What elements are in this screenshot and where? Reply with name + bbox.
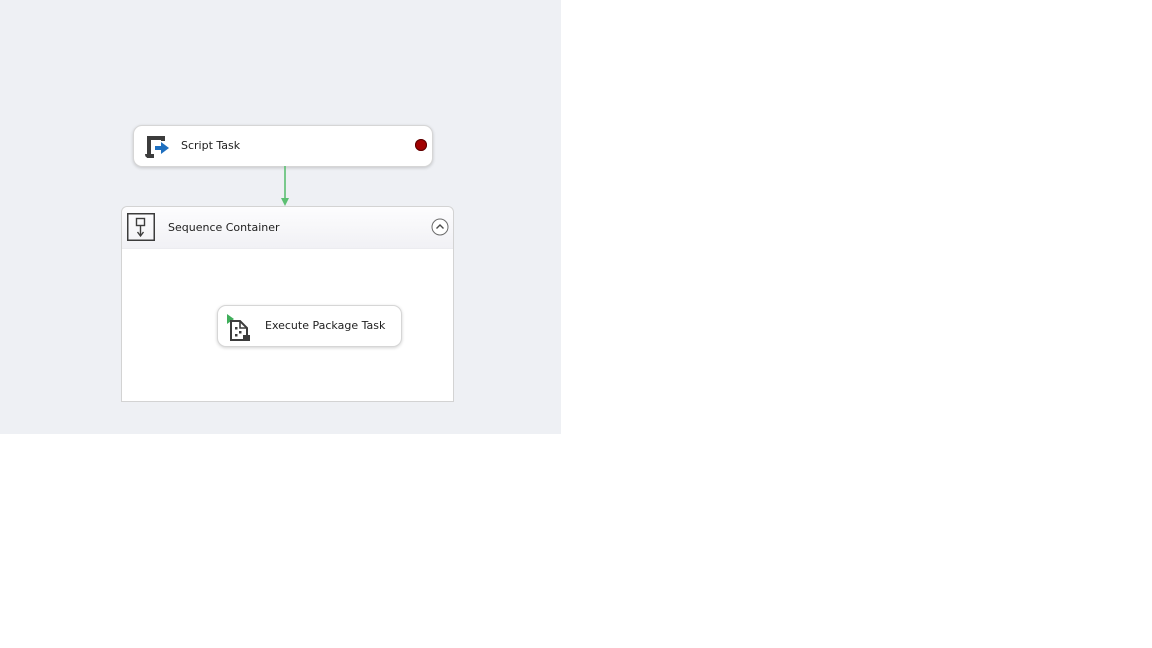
precedence-constraint-arrow[interactable] xyxy=(279,166,291,208)
sequence-container-label: Sequence Container xyxy=(168,221,280,234)
sequence-container-icon xyxy=(127,213,155,241)
sequence-container-header[interactable]: Sequence Container xyxy=(122,207,453,249)
execute-package-task[interactable]: Execute Package Task xyxy=(217,305,402,347)
design-surface[interactable]: Script Task Sequence Container Execute P… xyxy=(0,0,561,434)
script-task-icon xyxy=(145,136,169,158)
script-task[interactable]: Script Task xyxy=(133,125,433,167)
execute-package-task-label: Execute Package Task xyxy=(265,319,386,332)
breakpoint-indicator[interactable] xyxy=(415,139,427,151)
sequence-container[interactable]: Sequence Container Execute Package Task xyxy=(121,206,454,402)
execute-package-task-icon xyxy=(227,314,250,341)
script-task-label: Script Task xyxy=(181,139,241,152)
collapse-chevron-up-icon[interactable] xyxy=(431,218,449,236)
